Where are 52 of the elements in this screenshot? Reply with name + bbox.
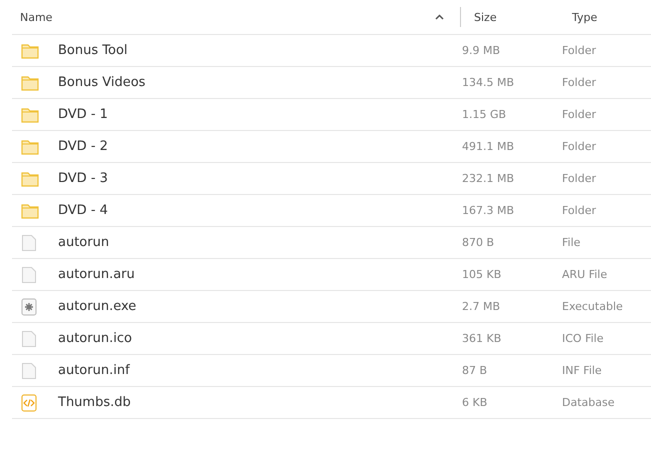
- file-type: INF File: [562, 364, 603, 377]
- file-name[interactable]: autorun.aru: [58, 267, 462, 282]
- file-type: Executable: [562, 300, 624, 313]
- column-header[interactable]: Name: [20, 10, 52, 24]
- file-type: ARU File: [562, 268, 608, 281]
- file-type: Folder: [562, 76, 597, 89]
- file-name[interactable]: autorun.ico: [58, 331, 462, 346]
- folder-icon: [21, 138, 39, 154]
- file-name[interactable]: Thumbs.db: [58, 395, 462, 410]
- file-name[interactable]: autorun: [58, 235, 462, 250]
- file-name[interactable]: DVD - 2: [58, 139, 462, 154]
- file-name[interactable]: Bonus Videos: [58, 75, 462, 90]
- folder-icon: [21, 42, 39, 58]
- folder-icon: [21, 106, 39, 122]
- file-size: 87 B: [462, 364, 488, 377]
- file-type: Database: [562, 396, 616, 409]
- file-icon: [21, 330, 37, 348]
- file-icon: [21, 234, 37, 252]
- file-type: File: [562, 236, 582, 249]
- file-size: 9.9 MB: [462, 44, 502, 57]
- file-icon: [21, 266, 37, 284]
- file-name[interactable]: autorun.exe: [58, 299, 462, 314]
- file-size: 361 KB: [462, 332, 502, 345]
- file-icon: [21, 362, 37, 380]
- sort-ascending-icon[interactable]: [435, 14, 444, 20]
- folder-icon: [21, 202, 39, 218]
- file-type: ICO File: [562, 332, 604, 345]
- file-name[interactable]: DVD - 3: [58, 171, 462, 186]
- file-name[interactable]: Bonus Tool: [58, 43, 462, 58]
- column-header[interactable]: Type: [572, 10, 598, 24]
- file-type: Folder: [562, 204, 597, 217]
- file-type: Folder: [562, 44, 597, 57]
- file-name[interactable]: DVD - 1: [58, 107, 462, 122]
- column-header[interactable]: Size: [474, 10, 497, 24]
- file-size: 134.5 MB: [462, 76, 516, 89]
- file-size: 232.1 MB: [462, 172, 516, 185]
- file-name[interactable]: DVD - 4: [58, 203, 462, 218]
- folder-icon: [21, 74, 39, 90]
- folder-icon: [21, 170, 39, 186]
- file-type: Folder: [562, 140, 597, 153]
- file-size: 6 KB: [462, 396, 488, 409]
- file-size: 1.15 GB: [462, 108, 508, 121]
- file-size: 2.7 MB: [462, 300, 502, 313]
- file-name[interactable]: autorun.inf: [58, 363, 462, 378]
- gear-icon: [21, 298, 37, 316]
- file-size: 167.3 MB: [462, 204, 516, 217]
- code-icon: [21, 394, 37, 412]
- file-type: Folder: [562, 108, 597, 121]
- file-size: 491.1 MB: [462, 140, 516, 153]
- file-size: 870 B: [462, 236, 496, 249]
- file-type: Folder: [562, 172, 597, 185]
- file-size: 105 KB: [462, 268, 502, 281]
